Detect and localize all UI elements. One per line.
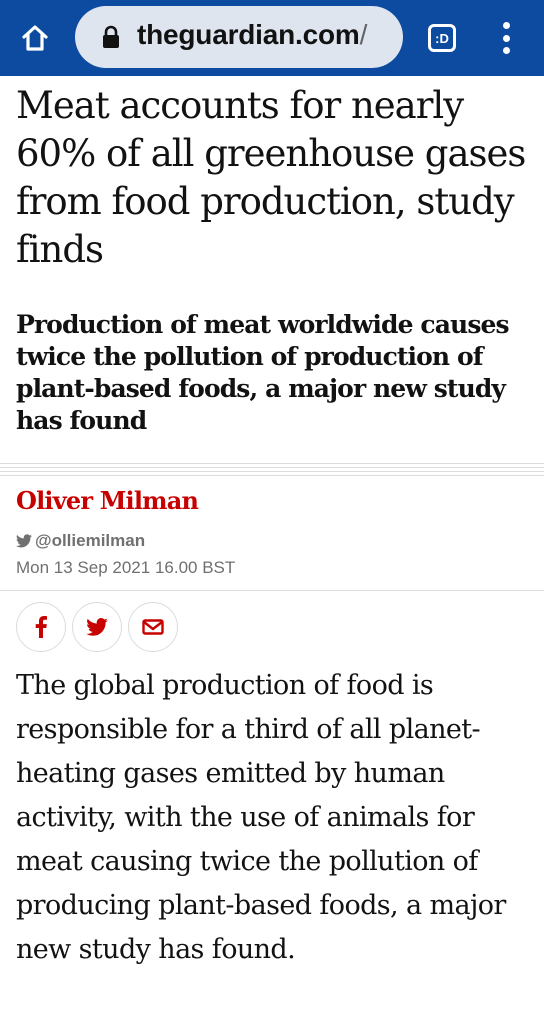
meta-divider (0, 590, 544, 591)
publish-date: Mon 13 Sep 2021 16.00 BST (16, 558, 236, 577)
author-byline[interactable]: Oliver Milman (16, 486, 199, 515)
menu-dot (502, 34, 510, 42)
more-menu-button[interactable] (494, 18, 518, 58)
author-twitter-link[interactable]: @olliemilman (16, 531, 145, 551)
url-text: theguardian.com/ (137, 19, 367, 51)
tab-switcher-button[interactable]: :D (428, 24, 456, 52)
share-facebook-button[interactable] (16, 602, 66, 652)
home-button[interactable] (18, 21, 52, 55)
share-email-button[interactable] (128, 602, 178, 652)
tab-switcher-label: :D (435, 30, 449, 46)
share-twitter-button[interactable] (72, 602, 122, 652)
twitter-icon (86, 618, 108, 636)
twitter-icon (16, 534, 32, 548)
facebook-icon (35, 616, 47, 638)
url-path: / (359, 19, 368, 50)
address-bar[interactable]: theguardian.com/ (75, 6, 403, 68)
twitter-handle: @olliemilman (35, 531, 146, 550)
article-standfirst: Production of meat worldwide causes twic… (16, 310, 510, 435)
url-host: theguardian.com (137, 19, 360, 50)
article-body-paragraph: The global production of food is respons… (16, 670, 506, 965)
section-divider-rules (0, 463, 544, 476)
menu-dot (502, 22, 510, 29)
home-icon (22, 25, 48, 51)
email-icon (142, 619, 164, 635)
article-headline: Meat accounts for nearly 60% of all gree… (16, 84, 526, 271)
menu-dot (502, 47, 510, 54)
lock-icon (103, 25, 119, 48)
browser-toolbar: theguardian.com/ :D (0, 0, 544, 76)
